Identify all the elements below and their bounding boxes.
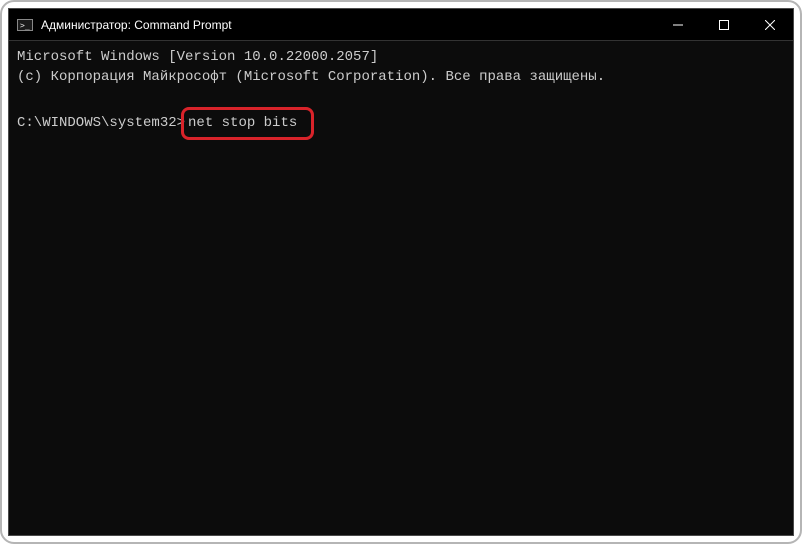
maximize-button[interactable] [701, 9, 747, 40]
titlebar[interactable]: >_ Администратор: Command Prompt [9, 9, 793, 41]
command-prompt-window: >_ Администратор: Command Prompt [8, 8, 794, 536]
command-highlight: net stop bits [181, 107, 314, 140]
minimize-icon [673, 20, 683, 30]
window-title: Администратор: Command Prompt [41, 18, 232, 32]
terminal-area[interactable]: Microsoft Windows [Version 10.0.22000.20… [9, 41, 793, 535]
version-line: Microsoft Windows [Version 10.0.22000.20… [17, 49, 378, 65]
copyright-line: (c) Корпорация Майкрософт (Microsoft Cor… [17, 69, 605, 85]
screenshot-frame: >_ Администратор: Command Prompt [0, 0, 802, 544]
close-button[interactable] [747, 9, 793, 40]
svg-text:>_: >_ [20, 21, 30, 30]
window-controls [655, 9, 793, 40]
text-cursor [297, 112, 305, 128]
cmd-icon: >_ [17, 17, 33, 33]
minimize-button[interactable] [655, 9, 701, 40]
close-icon [765, 20, 775, 30]
maximize-icon [719, 20, 729, 30]
prompt-path: C:\WINDOWS\system32> [17, 115, 185, 131]
typed-command: net stop bits [188, 115, 297, 131]
